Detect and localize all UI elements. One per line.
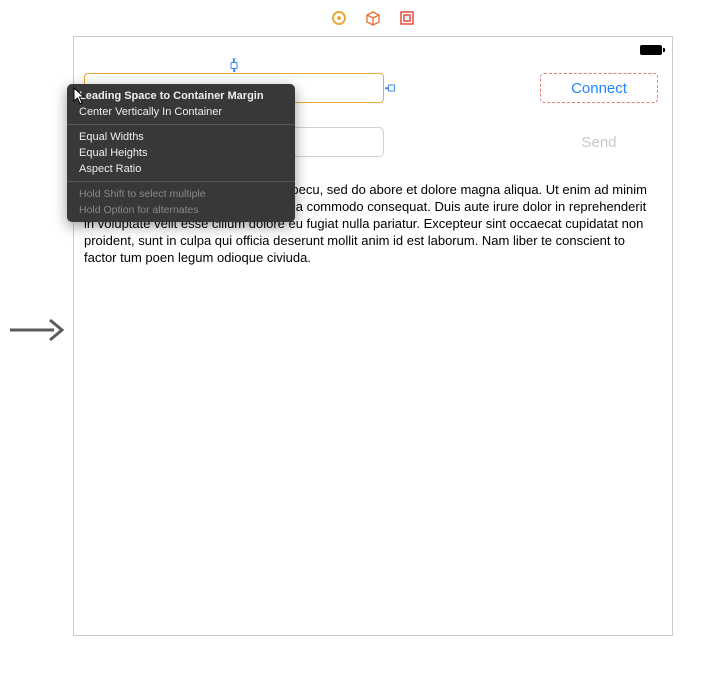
menu-separator xyxy=(67,181,295,182)
menu-item-equal-widths[interactable]: Equal Widths xyxy=(67,129,295,145)
menu-item-aspect-ratio[interactable]: Aspect Ratio xyxy=(67,161,295,177)
disk-icon[interactable] xyxy=(331,10,347,26)
guide-arrow-icon xyxy=(8,310,64,355)
embed-icon[interactable] xyxy=(399,10,415,26)
resize-handle-right[interactable] xyxy=(388,85,395,92)
send-button-label: Send xyxy=(581,134,616,151)
menu-item-center-vertically[interactable]: Center Vertically In Container xyxy=(67,104,295,120)
menu-hint-option: Hold Option for alternates xyxy=(67,202,295,218)
constraint-context-menu: Leading Space to Container Margin Center… xyxy=(67,84,295,222)
battery-icon xyxy=(640,45,662,55)
box-icon[interactable] xyxy=(365,10,381,26)
status-bar xyxy=(640,45,662,55)
menu-item-leading-space[interactable]: Leading Space to Container Margin xyxy=(67,88,295,104)
menu-separator xyxy=(67,124,295,125)
menu-hint-shift: Hold Shift to select multiple xyxy=(67,186,295,202)
connect-button[interactable]: Connect xyxy=(540,73,658,103)
send-button[interactable]: Send xyxy=(540,127,658,157)
resize-handle-top[interactable] xyxy=(231,62,238,69)
menu-item-equal-heights[interactable]: Equal Heights xyxy=(67,145,295,161)
connect-button-label: Connect xyxy=(571,80,627,97)
